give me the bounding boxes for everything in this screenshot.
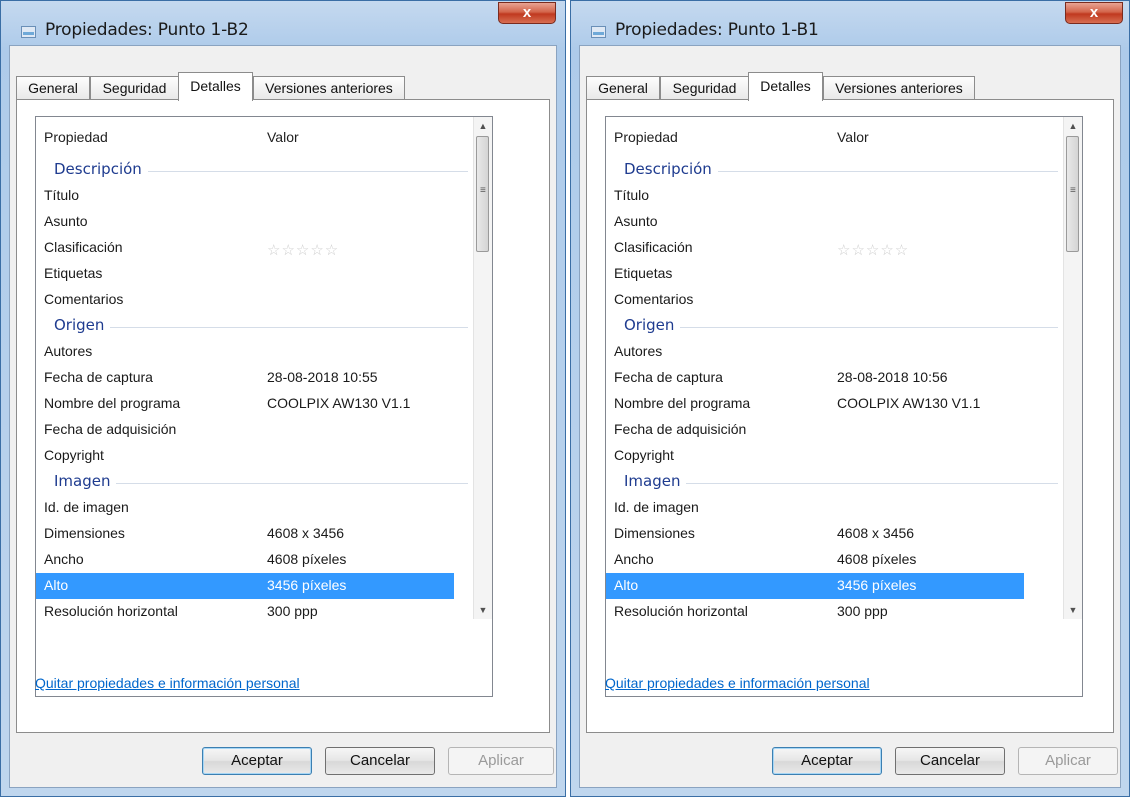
cancel-button[interactable]: Cancelar — [325, 747, 435, 775]
tab-versiones-anteriores[interactable]: Versiones anteriores — [823, 76, 975, 100]
property-list[interactable]: Propiedad Valor Descripción Título Asunt… — [605, 116, 1083, 697]
row-dimensiones[interactable]: Dimensiones 4608 x 3456 — [606, 521, 1024, 547]
row-fecha-adquisicion[interactable]: Fecha de adquisición — [606, 417, 1024, 443]
vertical-scrollbar[interactable]: ▲ ≡ ▼ — [473, 117, 492, 619]
row-fecha-captura[interactable]: Fecha de captura 28-08-2018 10:56 — [606, 365, 1024, 391]
ok-button[interactable]: Aceptar — [202, 747, 312, 775]
row-etiquetas[interactable]: Etiquetas — [606, 261, 1024, 287]
group-header-imagen: Imagen — [36, 469, 476, 495]
row-asunto[interactable]: Asunto — [606, 209, 1024, 235]
vertical-scrollbar[interactable]: ▲ ≡ ▼ — [1063, 117, 1082, 619]
ok-button[interactable]: Aceptar — [772, 747, 882, 775]
details-panel: Propiedad Valor Descripción Título Asunt… — [586, 99, 1114, 733]
row-fecha-captura[interactable]: Fecha de captura 28-08-2018 10:55 — [36, 365, 454, 391]
row-autores[interactable]: Autores — [606, 339, 1024, 365]
tab-general[interactable]: General — [16, 76, 90, 100]
row-titulo[interactable]: Título — [36, 183, 454, 209]
row-copyright[interactable]: Copyright — [606, 443, 1024, 469]
group-header-descripcion: Descripción — [36, 157, 476, 183]
column-header-valor[interactable]: Valor — [267, 129, 299, 145]
row-resolucion-horizontal[interactable]: Resolución horizontal 300 ppp — [606, 599, 1024, 625]
apply-button[interactable]: Aplicar — [1018, 747, 1118, 775]
dialog-body: General Seguridad Detalles Versiones ant… — [9, 45, 557, 788]
column-header-propiedad[interactable]: Propiedad — [614, 129, 678, 145]
scroll-up-arrow-icon[interactable]: ▲ — [1064, 117, 1082, 135]
row-etiquetas[interactable]: Etiquetas — [36, 261, 454, 287]
row-asunto[interactable]: Asunto — [36, 209, 454, 235]
scroll-thumb[interactable]: ≡ — [1066, 136, 1079, 252]
row-clasificacion[interactable]: Clasificación ☆☆☆☆☆ — [606, 235, 1024, 261]
group-header-imagen: Imagen — [606, 469, 1066, 495]
tab-seguridad[interactable]: Seguridad — [90, 76, 179, 100]
row-dimensiones[interactable]: Dimensiones 4608 x 3456 — [36, 521, 454, 547]
tab-detalles[interactable]: Detalles — [748, 72, 823, 101]
scroll-down-arrow-icon[interactable]: ▼ — [1064, 601, 1082, 619]
tab-versiones-anteriores[interactable]: Versiones anteriores — [253, 76, 405, 100]
rating-stars-icon[interactable]: ☆☆☆☆☆ — [267, 241, 339, 259]
tab-detalles[interactable]: Detalles — [178, 72, 253, 101]
window-icon — [21, 26, 36, 38]
apply-button[interactable]: Aplicar — [448, 747, 554, 775]
group-header-origen: Origen — [606, 313, 1066, 339]
window-icon — [591, 26, 606, 38]
scroll-down-arrow-icon[interactable]: ▼ — [474, 601, 492, 619]
remove-properties-link[interactable]: Quitar propiedades e información persona… — [605, 675, 870, 691]
column-header-valor[interactable]: Valor — [837, 129, 869, 145]
row-comentarios[interactable]: Comentarios — [606, 287, 1024, 313]
property-list[interactable]: Propiedad Valor Descripción Título Asunt… — [35, 116, 493, 697]
row-autores[interactable]: Autores — [36, 339, 454, 365]
row-clasificacion[interactable]: Clasificación ☆☆☆☆☆ — [36, 235, 454, 261]
tab-general[interactable]: General — [586, 76, 660, 100]
row-copyright[interactable]: Copyright — [36, 443, 454, 469]
row-ancho[interactable]: Ancho 4608 píxeles — [36, 547, 454, 573]
properties-window-punto-1-b1: Propiedades: Punto 1-B1 x General Seguri… — [570, 0, 1130, 797]
row-nombre-programa[interactable]: Nombre del programa COOLPIX AW130 V1.1 — [36, 391, 454, 417]
row-comentarios[interactable]: Comentarios — [36, 287, 454, 313]
row-fecha-adquisicion[interactable]: Fecha de adquisición — [36, 417, 454, 443]
window-title: Propiedades: Punto 1-B2 — [45, 20, 249, 40]
row-alto-selected[interactable]: Alto 3456 píxeles — [36, 573, 454, 599]
title-bar[interactable]: Propiedades: Punto 1-B1 x — [571, 1, 1129, 41]
row-alto-selected[interactable]: Alto 3456 píxeles — [606, 573, 1024, 599]
row-titulo[interactable]: Título — [606, 183, 1024, 209]
close-button[interactable]: x — [1065, 2, 1123, 24]
cancel-button[interactable]: Cancelar — [895, 747, 1005, 775]
row-id-imagen[interactable]: Id. de imagen — [36, 495, 454, 521]
title-bar[interactable]: Propiedades: Punto 1-B2 x — [1, 1, 565, 41]
row-nombre-programa[interactable]: Nombre del programa COOLPIX AW130 V1.1 — [606, 391, 1024, 417]
row-id-imagen[interactable]: Id. de imagen — [606, 495, 1024, 521]
details-panel: Propiedad Valor Descripción Título Asunt… — [16, 99, 550, 733]
properties-window-punto-1-b2: Propiedades: Punto 1-B2 x General Seguri… — [0, 0, 566, 797]
group-header-origen: Origen — [36, 313, 476, 339]
row-ancho[interactable]: Ancho 4608 píxeles — [606, 547, 1024, 573]
dialog-body: General Seguridad Detalles Versiones ant… — [579, 45, 1121, 788]
tab-seguridad[interactable]: Seguridad — [660, 76, 749, 100]
window-title: Propiedades: Punto 1-B1 — [615, 20, 819, 40]
rating-stars-icon[interactable]: ☆☆☆☆☆ — [837, 241, 909, 259]
row-resolucion-horizontal[interactable]: Resolución horizontal 300 ppp — [36, 599, 454, 625]
group-header-descripcion: Descripción — [606, 157, 1066, 183]
remove-properties-link[interactable]: Quitar propiedades e información persona… — [35, 675, 300, 691]
scroll-up-arrow-icon[interactable]: ▲ — [474, 117, 492, 135]
column-header-propiedad[interactable]: Propiedad — [44, 129, 108, 145]
close-button[interactable]: x — [498, 2, 556, 24]
scroll-thumb[interactable]: ≡ — [476, 136, 489, 252]
